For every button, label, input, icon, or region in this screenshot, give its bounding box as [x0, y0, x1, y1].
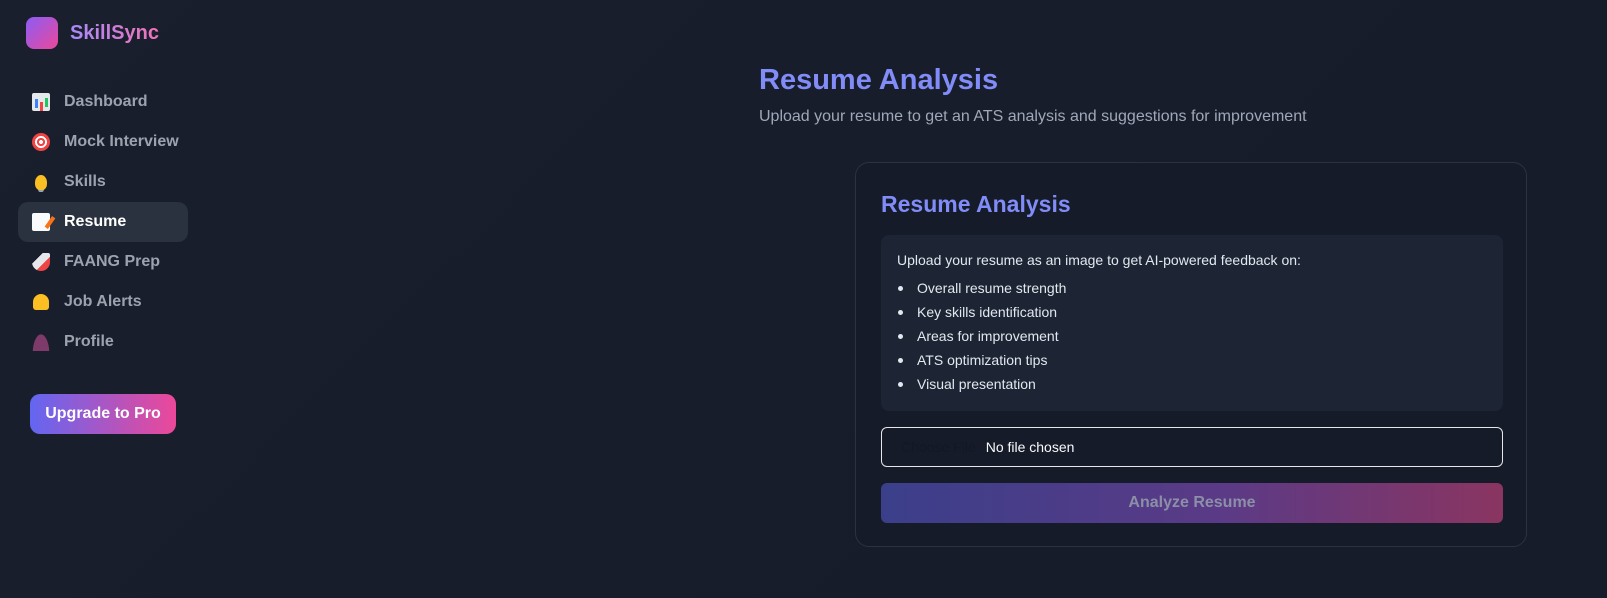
list-item: Visual presentation [897, 372, 1487, 396]
page-title: Resume Analysis [759, 64, 999, 96]
analyze-resume-button[interactable]: Analyze Resume [881, 483, 1503, 523]
list-item: Areas for improvement [897, 324, 1487, 348]
file-status: No file chosen [985, 439, 1075, 455]
sidebar-item-profile[interactable]: Profile [18, 322, 188, 362]
bar-chart-icon [32, 93, 50, 111]
feature-list: Overall resume strength Key skills ident… [897, 276, 1487, 396]
user-icon [32, 333, 50, 351]
lightbulb-icon [35, 174, 47, 190]
sidebar-item-dashboard[interactable]: Dashboard [18, 82, 188, 122]
choose-file-button[interactable]: Choose File [901, 439, 976, 455]
sidebar-item-mock-interview[interactable]: Mock Interview [18, 122, 188, 162]
card-title: Resume Analysis [881, 191, 1071, 217]
page-subtitle: Upload your resume to get an ATS analysi… [759, 108, 1307, 125]
file-input[interactable]: Choose File No file chosen [881, 427, 1503, 467]
sidebar-item-label: Resume [64, 213, 127, 230]
list-item: Overall resume strength [897, 276, 1487, 300]
brand-name: SkillSync [70, 21, 159, 44]
sidebar-item-label: Mock Interview [64, 133, 179, 150]
sidebar-item-label: Dashboard [64, 93, 148, 110]
info-box: Upload your resume as an image to get AI… [881, 235, 1503, 411]
sidebar: SkillSync Dashboard Mock Interview Skill… [0, 0, 200, 598]
sidebar-item-label: Skills [64, 173, 106, 190]
rocket-icon [32, 253, 50, 271]
sidebar-item-label: FAANG Prep [64, 253, 161, 270]
resume-analysis-card: Resume Analysis Upload your resume as an… [855, 162, 1527, 547]
memo-icon [32, 213, 50, 231]
sidebar-item-skills[interactable]: Skills [18, 162, 188, 202]
sidebar-item-job-alerts[interactable]: Job Alerts [18, 282, 188, 322]
target-icon [32, 133, 50, 151]
bell-icon [33, 294, 49, 310]
brand-logo [26, 17, 58, 49]
app-root: SkillSync Dashboard Mock Interview Skill… [0, 0, 1607, 598]
sidebar-item-label: Job Alerts [64, 293, 142, 310]
brand[interactable]: SkillSync [26, 17, 159, 49]
list-item: ATS optimization tips [897, 348, 1487, 372]
sidebar-nav: Dashboard Mock Interview Skills Resume F… [18, 82, 188, 362]
sidebar-item-label: Profile [64, 333, 114, 350]
sidebar-item-resume[interactable]: Resume [18, 202, 188, 242]
sidebar-item-faang-prep[interactable]: FAANG Prep [18, 242, 188, 282]
info-intro: Upload your resume as an image to get AI… [897, 252, 1301, 268]
upgrade-button[interactable]: Upgrade to Pro [30, 394, 176, 434]
list-item: Key skills identification [897, 300, 1487, 324]
